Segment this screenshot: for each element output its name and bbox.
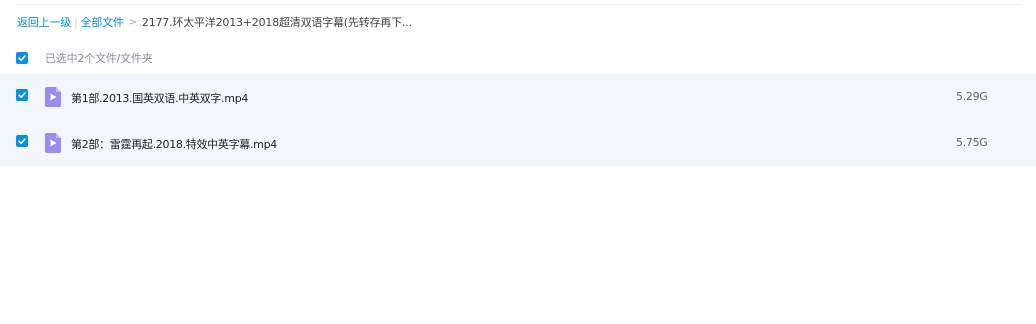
back-link[interactable]: 返回上一级 <box>17 14 71 30</box>
selection-bar: 已选中2个文件/文件夹 <box>0 46 1036 70</box>
file-row-2[interactable]: 第2部：雷霆再起.2018.特效中英字幕.mp4 5.75G <box>0 120 1036 166</box>
video-file-icon <box>45 87 61 107</box>
file-name[interactable]: 第1部.2013.国英双语.中英双字.mp4 <box>71 90 248 106</box>
file-list: 第1部.2013.国英双语.中英双字.mp4 5.29G 第2部：雷霆再起.20… <box>0 74 1036 166</box>
checkmark-icon <box>18 55 26 61</box>
top-divider <box>16 4 1022 5</box>
current-folder-name: 2177.环太平洋2013+2018超清双语字幕(先转存再下... <box>141 16 412 29</box>
video-file-icon <box>45 133 61 153</box>
file-row-checkbox[interactable] <box>16 89 28 101</box>
file-size: 5.75G <box>956 136 988 149</box>
file-name[interactable]: 第2部：雷霆再起.2018.特效中英字幕.mp4 <box>71 136 277 152</box>
selection-summary: 已选中2个文件/文件夹 <box>45 52 153 65</box>
checkmark-icon <box>18 92 26 98</box>
file-size: 5.29G <box>956 90 988 103</box>
all-files-link[interactable]: 全部文件 <box>81 14 124 30</box>
breadcrumb-separator: | <box>74 15 78 29</box>
file-row-checkbox[interactable] <box>16 135 28 147</box>
checkmark-icon <box>18 138 26 144</box>
breadcrumb: 返回上一级 | 全部文件 > 2177.环太平洋2013+2018超清双语字幕(… <box>17 14 412 30</box>
breadcrumb-arrow-icon: > <box>128 16 137 28</box>
file-browser: 返回上一级 | 全部文件 > 2177.环太平洋2013+2018超清双语字幕(… <box>0 0 1036 324</box>
select-all-checkbox[interactable] <box>16 52 28 64</box>
file-row-1[interactable]: 第1部.2013.国英双语.中英双字.mp4 5.29G <box>0 74 1036 120</box>
